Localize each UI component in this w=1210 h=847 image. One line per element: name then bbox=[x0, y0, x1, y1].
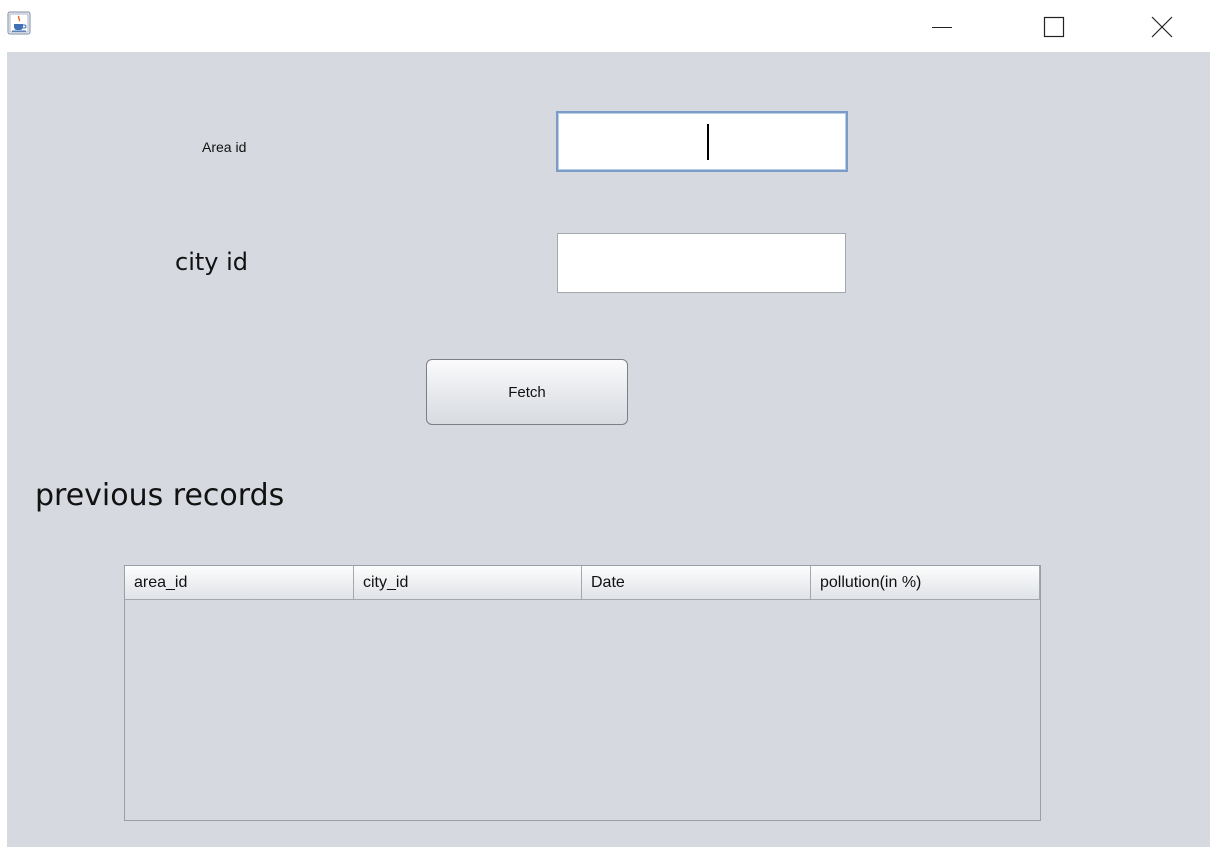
column-header-city-id[interactable]: city_id bbox=[354, 566, 582, 599]
column-header-date[interactable]: Date bbox=[582, 566, 811, 599]
city-id-label: city id bbox=[175, 248, 249, 276]
title-bar bbox=[0, 0, 1210, 52]
fetch-button[interactable]: Fetch bbox=[426, 359, 628, 425]
previous-records-heading: previous records bbox=[35, 478, 285, 513]
minimize-button[interactable] bbox=[912, 0, 972, 52]
java-app-icon[interactable] bbox=[7, 11, 31, 35]
area-id-label: Area id bbox=[202, 139, 247, 155]
maximize-icon bbox=[1043, 16, 1065, 38]
main-panel: Area id city id Fetch previous records a… bbox=[7, 52, 1210, 847]
column-header-pollution[interactable]: pollution(in %) bbox=[811, 566, 1040, 599]
area-id-input[interactable] bbox=[556, 111, 848, 172]
city-id-input[interactable] bbox=[557, 233, 846, 293]
close-button[interactable] bbox=[1132, 0, 1192, 52]
minimize-icon bbox=[932, 27, 952, 28]
records-table[interactable]: area_id city_id Date pollution(in %) bbox=[124, 565, 1041, 821]
table-header: area_id city_id Date pollution(in %) bbox=[125, 566, 1040, 600]
maximize-button[interactable] bbox=[1024, 0, 1084, 52]
column-header-area-id[interactable]: area_id bbox=[125, 566, 354, 599]
close-icon bbox=[1151, 16, 1173, 38]
text-caret bbox=[707, 124, 709, 160]
